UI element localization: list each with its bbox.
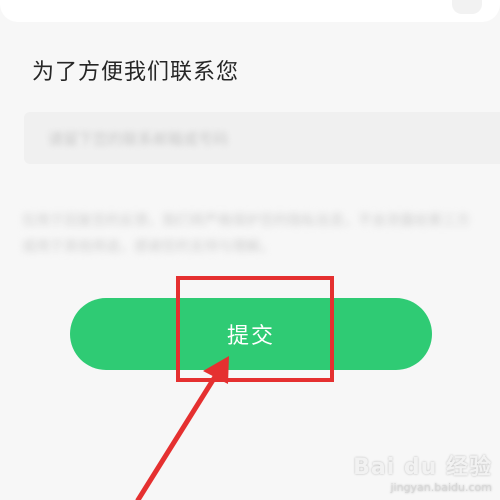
watermark-url: jingyan.baidu.com [390, 481, 492, 494]
submit-button-label: 提交 [226, 323, 275, 348]
card-edge [452, 0, 482, 14]
baidu-jingyan-watermark: Bai du 经验 jingyan.baidu.com [353, 449, 492, 494]
contact-section-title: 为了方便我们联系您 [32, 60, 240, 85]
previous-card [0, 0, 500, 22]
submit-button[interactable]: 提交 [70, 298, 432, 370]
contact-input-placeholder: 请留下您的联系邮箱或号码 [48, 130, 229, 148]
contact-input[interactable]: 请留下您的联系邮箱或号码 [24, 112, 500, 164]
watermark-brand: Bai du 经验 [353, 455, 492, 480]
privacy-note: 仅用于回复您的反馈，我们将严格保护您的隐私信息，不会泄露给第三方或用于其他用途，… [22, 213, 470, 255]
